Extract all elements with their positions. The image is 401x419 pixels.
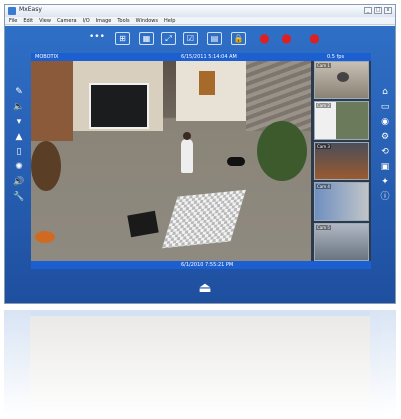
app-window: MxEasy _ □ x File Edit View Camera I/O I… — [4, 4, 396, 304]
title-bar: MxEasy _ □ x — [5, 5, 395, 17]
sound-icon[interactable]: 🔊 — [12, 176, 26, 188]
bottom-timestamp: 6/1/2010 7:55:21 PM — [181, 262, 234, 268]
alarm-icon[interactable]: ● — [279, 32, 294, 45]
close-button[interactable]: x — [384, 7, 392, 14]
wrench-icon[interactable]: 🔧 — [12, 191, 26, 203]
reflection — [4, 310, 396, 415]
brush-icon[interactable]: ✎ — [12, 86, 26, 98]
camera-thumbnails: Cam 1 Cam 2 Cam 3 Cam 4 Cam 5 — [314, 61, 369, 262]
recycle-icon[interactable]: ⟲ — [378, 146, 392, 158]
eject-icon[interactable]: ⏏ — [194, 279, 216, 297]
left-toolbar: ✎ 🔈 ▾ ▲ ▯ ✺ 🔊 🔧 — [9, 86, 29, 203]
star-icon[interactable]: ✦ — [378, 176, 392, 188]
expand-icon[interactable]: ⤢ — [161, 32, 176, 45]
toolbar: ••• ⊞ ▦ ⤢ ☑ ▤ 🔒 ● ● ● — [31, 29, 371, 49]
client-area: ••• ⊞ ▦ ⤢ ☑ ▤ 🔒 ● ● ● ✎ 🔈 ▾ ▲ ▯ ✺ 🔊 🔧 MO… — [5, 26, 395, 303]
gear-icon[interactable]: ⚙ — [378, 131, 392, 143]
video-top-bar: MOBOTIX 6/15/2011 5:14:04 AM 0.5 fps — [31, 53, 371, 61]
check-icon[interactable]: ☑ — [183, 32, 198, 45]
camera-image — [31, 61, 311, 261]
speaker-icon[interactable]: 🔈 — [12, 101, 26, 113]
camera-icon[interactable]: ▣ — [378, 161, 392, 173]
info-icon[interactable]: ⓘ — [378, 191, 392, 203]
menu-edit[interactable]: Edit — [23, 17, 33, 24]
window-controls: _ □ x — [364, 7, 392, 14]
export-icon[interactable]: ▤ — [207, 32, 222, 45]
video-bottom-bar: 6/1/2010 7:55:21 PM — [31, 261, 371, 269]
record-icon[interactable]: ● — [257, 32, 272, 45]
menu-file[interactable]: File — [9, 17, 17, 24]
top-timestamp: 6/15/2011 5:14:04 AM — [181, 54, 237, 60]
menu-help[interactable]: Help — [164, 17, 175, 24]
lock-icon[interactable]: 🔒 — [231, 32, 246, 45]
menu-image[interactable]: Image — [96, 17, 112, 24]
door-icon[interactable]: ▯ — [12, 146, 26, 158]
cloud-icon[interactable]: ● — [307, 32, 322, 45]
signal-icon[interactable]: ▾ — [12, 116, 26, 128]
menu-io[interactable]: I/O — [83, 17, 90, 24]
maximize-button[interactable]: □ — [374, 7, 382, 14]
camera-thumb[interactable]: Cam 5 — [314, 222, 369, 262]
menu-view[interactable]: View — [39, 17, 51, 24]
more-dots-icon[interactable]: ••• — [89, 32, 105, 45]
camera-thumb[interactable]: Cam 1 — [314, 61, 369, 100]
camera-thumb[interactable]: Cam 4 — [314, 182, 369, 221]
right-toolbar: ⌂ ▭ ◉ ⚙ ⟲ ▣ ✦ ⓘ — [375, 86, 395, 203]
window-title: MxEasy — [19, 6, 42, 13]
target-icon[interactable]: ◉ — [378, 116, 392, 128]
camera-brand: MOBOTIX — [35, 54, 59, 60]
menu-tools[interactable]: Tools — [117, 17, 129, 24]
triangle-icon[interactable]: ▲ — [12, 131, 26, 143]
menu-bar: File Edit View Camera I/O Image Tools Wi… — [5, 17, 395, 25]
menu-windows[interactable]: Windows — [136, 17, 158, 24]
camera-thumb[interactable]: Cam 3 — [314, 141, 369, 181]
layout-grid-icon[interactable]: ▦ — [139, 32, 154, 45]
app-icon — [8, 7, 16, 15]
video-view[interactable]: MOBOTIX 6/15/2011 5:14:04 AM 0.5 fps Cam… — [31, 53, 371, 269]
layout-full-icon[interactable]: ⊞ — [115, 32, 130, 45]
camera-thumb[interactable]: Cam 2 — [314, 101, 369, 140]
minimize-button[interactable]: _ — [364, 7, 372, 14]
frame-rate: 0.5 fps — [327, 54, 345, 60]
light-icon[interactable]: ✺ — [12, 161, 26, 173]
home-icon[interactable]: ⌂ — [378, 86, 392, 98]
menu-camera[interactable]: Camera — [57, 17, 77, 24]
frame-icon[interactable]: ▭ — [378, 101, 392, 113]
